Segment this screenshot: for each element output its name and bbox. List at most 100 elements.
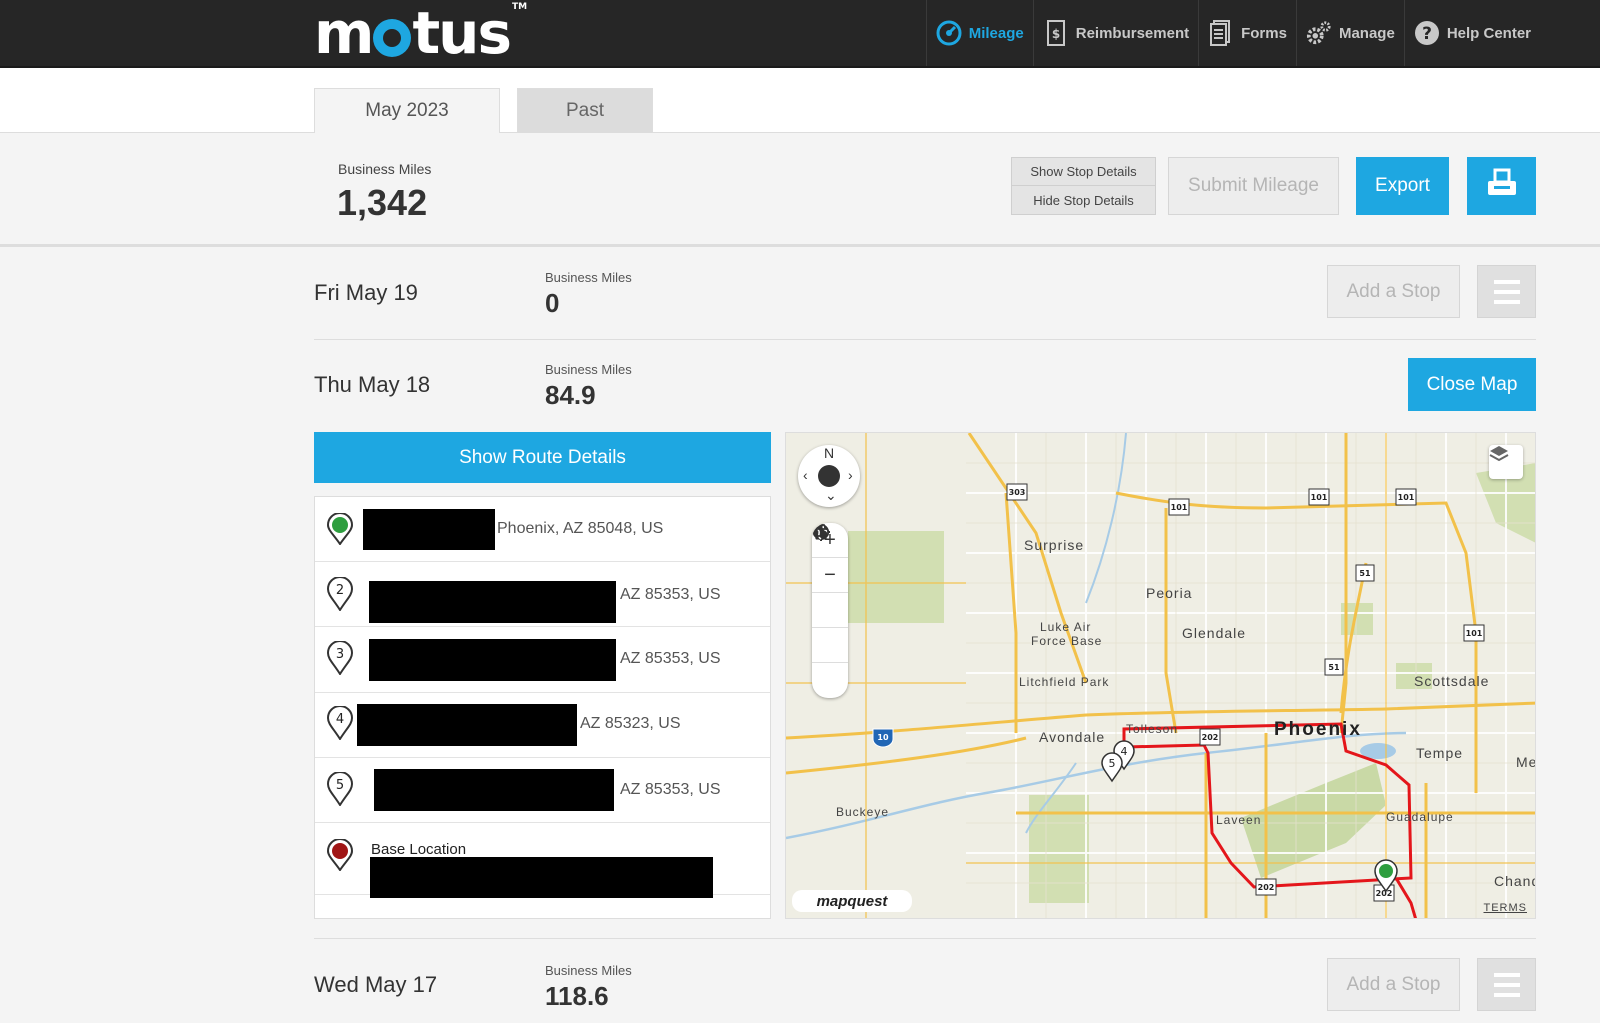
map-terms-link[interactable]: TERMS xyxy=(1484,902,1528,914)
locate-button[interactable] xyxy=(812,523,848,628)
logo-text-m: m xyxy=(314,0,374,67)
nav-forms-label: Forms xyxy=(1241,24,1287,42)
day-menu-button[interactable] xyxy=(1477,958,1536,1011)
stop-address: AZ 85353, US xyxy=(620,650,721,667)
pin-number: 4 xyxy=(336,712,344,727)
base-location-pin-icon xyxy=(326,838,354,876)
numbered-pin-icon: 3 xyxy=(326,640,354,680)
map-compass[interactable]: N ‹ › ⌄ xyxy=(798,445,860,507)
shield-303: 303 xyxy=(1009,488,1026,497)
compass-north-label: N xyxy=(824,445,835,461)
tab-past[interactable]: Past xyxy=(517,88,653,133)
globe-button[interactable] xyxy=(812,524,848,663)
gears-icon xyxy=(1306,20,1332,46)
stop-address: Phoenix, AZ 85048, US xyxy=(497,520,664,537)
compass-down-arrow-icon[interactable]: ⌄ xyxy=(825,487,837,504)
route-map[interactable]: 303 101 101 101 101 51 51 202 202 202 10… xyxy=(785,432,1536,919)
map-zoom-controls: + − xyxy=(812,523,848,698)
day-business-miles-label: Business Miles xyxy=(545,362,632,377)
submit-mileage-button[interactable]: Submit Mileage xyxy=(1168,157,1339,215)
stop-address: AZ 85323, US xyxy=(580,715,681,732)
traffic-button[interactable] xyxy=(812,524,848,698)
compass-center-icon[interactable] xyxy=(818,465,840,487)
nav-reimbursement[interactable]: $ Reimbursement xyxy=(1032,0,1198,66)
print-button[interactable] xyxy=(1467,157,1536,215)
map-label-chandler: Chand xyxy=(1494,873,1536,889)
day-business-miles-label: Business Miles xyxy=(545,270,632,285)
top-navigation-bar: m tus TM Mileage $ Reimbursement Forms M… xyxy=(0,0,1600,68)
stop-details-toggle: Show Stop Details Hide Stop Details xyxy=(1011,157,1156,215)
redacted-address xyxy=(363,509,495,550)
redacted-address xyxy=(374,769,614,811)
stop-address: AZ 85353, US xyxy=(620,781,721,798)
pin-number: 5 xyxy=(336,778,344,793)
nav-mileage[interactable]: Mileage xyxy=(925,0,1033,66)
main-nav: Mileage $ Reimbursement Forms Manage ? H… xyxy=(925,0,1540,66)
show-stop-details-button[interactable]: Show Stop Details xyxy=(1012,158,1155,186)
nav-help-center-label: Help Center xyxy=(1446,24,1531,42)
compass-right-arrow-icon[interactable]: › xyxy=(848,467,853,483)
day-menu-button[interactable] xyxy=(1477,265,1536,318)
map-label-luke-1: Luke Air xyxy=(1040,620,1092,634)
shield-51-a: 51 xyxy=(1359,569,1371,578)
show-route-details-button[interactable]: Show Route Details xyxy=(314,432,771,483)
shield-202-c: 202 xyxy=(1376,889,1393,898)
day-business-miles-value: 84.9 xyxy=(545,380,596,410)
summary-business-miles-label: Business Miles xyxy=(338,161,432,177)
logo-text-tus: tus xyxy=(412,0,512,67)
nav-help-center[interactable]: ? Help Center xyxy=(1403,0,1540,66)
stop-2[interactable]: 2 AZ 85353, US xyxy=(315,562,770,627)
base-location-label: Base Location xyxy=(371,841,467,858)
hide-stop-details-button[interactable]: Hide Stop Details xyxy=(1012,186,1155,214)
map-pin-number: 5 xyxy=(1109,757,1116,770)
nav-manage-label: Manage xyxy=(1338,24,1395,42)
highway-shields: 303 101 101 101 101 51 51 202 202 202 10 xyxy=(872,483,1485,902)
tab-current-month[interactable]: May 2023 xyxy=(314,88,500,133)
map-pin-number: 4 xyxy=(1121,745,1128,758)
trademark-mark: TM xyxy=(511,2,528,12)
nav-forms[interactable]: Forms xyxy=(1198,0,1296,66)
question-icon: ? xyxy=(1414,20,1440,46)
stop-address: AZ 85353, US xyxy=(620,586,721,603)
pin-number: 3 xyxy=(336,647,344,662)
close-map-button[interactable]: Close Map xyxy=(1408,358,1536,411)
compass-left-arrow-icon[interactable]: ‹ xyxy=(803,467,808,483)
redacted-address xyxy=(357,704,577,746)
map-label-me: Me xyxy=(1516,754,1536,770)
day-date: Thu May 18 xyxy=(314,372,431,397)
stop-3[interactable]: 3 AZ 85353, US xyxy=(315,627,770,693)
map-label-peoria: Peoria xyxy=(1146,585,1193,601)
map-label-laveen: Laveen xyxy=(1216,813,1262,827)
stop-5[interactable]: 5 AZ 85353, US xyxy=(315,758,770,823)
map-label-litchfield-park: Litchfield Park xyxy=(1019,675,1110,689)
map-label-buckeye: Buckeye xyxy=(836,805,890,819)
export-button[interactable]: Export xyxy=(1356,157,1449,215)
motus-logo[interactable]: m tus TM xyxy=(314,0,528,67)
mileage-summary: Business Miles 1,342 Show Stop Details H… xyxy=(0,134,1600,247)
shield-i10: 10 xyxy=(877,733,889,742)
map-label-glendale: Glendale xyxy=(1182,625,1247,641)
shield-101-b: 101 xyxy=(1311,493,1328,502)
redacted-address xyxy=(369,639,616,681)
pin-number: 2 xyxy=(336,583,344,598)
start-pin-icon xyxy=(326,512,354,550)
nav-manage[interactable]: Manage xyxy=(1295,0,1404,66)
stop-base-location[interactable]: Base Location xyxy=(315,823,770,898)
stop-4[interactable]: 4 AZ 85323, US xyxy=(315,693,770,758)
nav-mileage-label: Mileage xyxy=(968,24,1024,42)
map-label-avondale: Avondale xyxy=(1039,729,1106,745)
zoom-out-button[interactable]: − xyxy=(812,558,848,593)
period-tabs: May 2023 Past xyxy=(0,68,1600,133)
map-layers-button[interactable] xyxy=(1489,445,1523,479)
map-label-phoenix: Phoenix xyxy=(1274,719,1362,740)
redacted-address xyxy=(369,581,616,623)
add-stop-button[interactable]: Add a Stop xyxy=(1327,958,1460,1011)
map-label-guadalupe: Guadalupe xyxy=(1386,810,1454,824)
day-business-miles-value: 118.6 xyxy=(545,981,609,1011)
receipt-icon: $ xyxy=(1043,20,1069,46)
stop-start[interactable]: Phoenix, AZ 85048, US xyxy=(315,497,770,562)
add-stop-button[interactable]: Add a Stop xyxy=(1327,265,1460,318)
day-row-thu-may-18: Thu May 18 Business Miles 84.9 xyxy=(314,340,1536,432)
map-label-tempe: Tempe xyxy=(1416,745,1464,761)
day-date: Wed May 17 xyxy=(314,972,438,997)
